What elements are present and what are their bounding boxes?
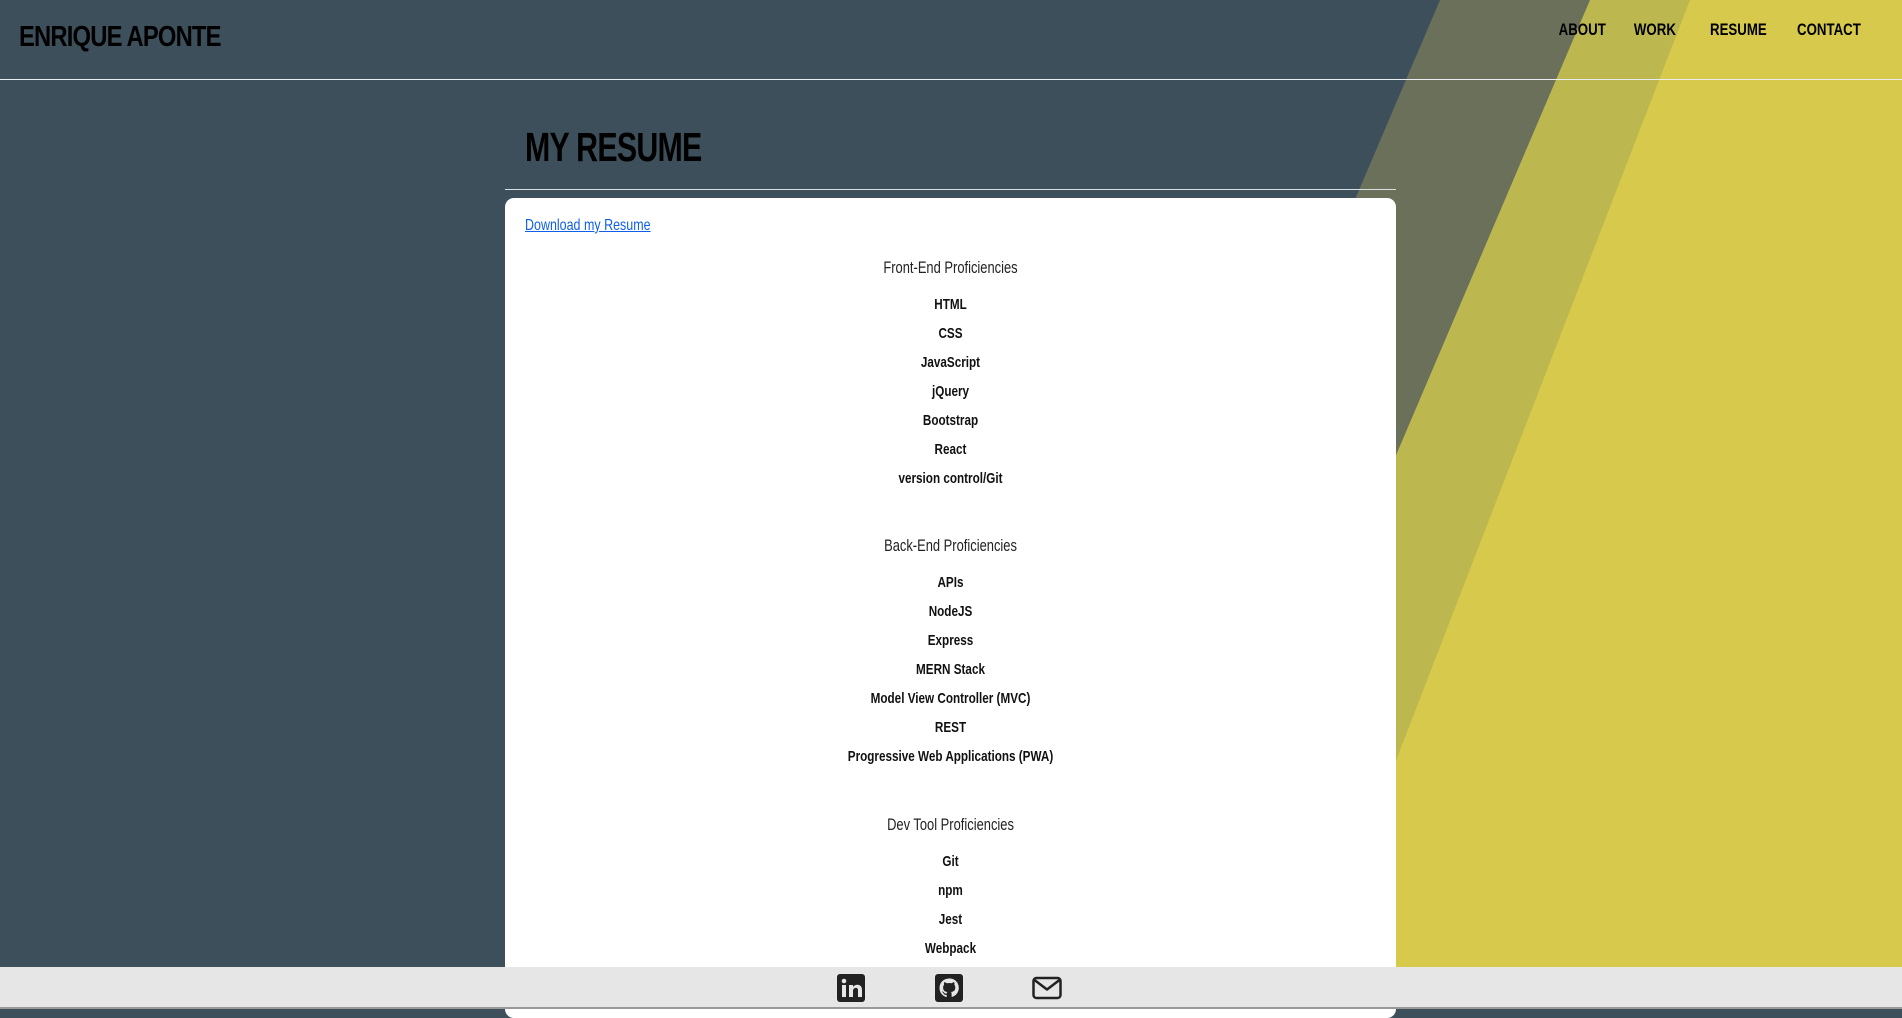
skill-item: Bootstrap [922, 412, 979, 429]
skill-item: APIs [937, 574, 964, 591]
nav-about[interactable]: ABOUT [1559, 20, 1606, 40]
skill-item: HTML [934, 296, 967, 313]
skill-item: JavaScript [920, 354, 981, 371]
skill-item: Git [942, 853, 959, 870]
nav-work[interactable]: WORK [1634, 20, 1676, 40]
skill-item: jQuery [931, 383, 970, 400]
skill-item: CSS [938, 325, 963, 342]
skill-item: npm [938, 882, 963, 899]
front-end-section: Front-End Proficiencies HTML CSS JavaScr… [505, 255, 1396, 493]
site-footer [0, 967, 1902, 1009]
skill-item: NodeJS [928, 603, 973, 620]
section-title: Dev Tool Proficiencies [887, 815, 1014, 834]
nav-resume[interactable]: RESUME [1710, 20, 1767, 40]
github-icon[interactable] [933, 972, 965, 1004]
linkedin-icon[interactable] [835, 972, 867, 1004]
skill-item: MERN Stack [916, 661, 985, 678]
site-brand[interactable]: ENRIQUE APONTE [19, 21, 222, 54]
title-divider [505, 189, 1396, 190]
skill-item: Progressive Web Applications (PWA) [847, 748, 1054, 765]
skill-item: version control/Git [898, 470, 1003, 487]
dev-tool-section: Dev Tool Proficiencies Git npm Jest Webp… [505, 812, 1396, 963]
skill-item: React [934, 441, 967, 458]
resume-card: Download my Resume Front-End Proficienci… [505, 198, 1396, 1018]
skill-item: Express [927, 632, 974, 649]
section-title: Front-End Proficiencies [883, 258, 1018, 277]
email-icon[interactable] [1031, 972, 1063, 1004]
nav-contact[interactable]: CONTACT [1797, 20, 1861, 40]
section-title: Back-End Proficiencies [884, 536, 1017, 555]
site-header: ENRIQUE APONTE ABOUT WORK RESUME CONTACT [0, 0, 1902, 80]
skill-item: Webpack [924, 940, 977, 957]
back-end-section: Back-End Proficiencies APIs NodeJS Expre… [505, 533, 1396, 771]
skill-item: REST [934, 719, 967, 736]
download-resume-link[interactable]: Download my Resume [525, 217, 651, 235]
page-title: MY RESUME [525, 124, 702, 170]
skill-item: Jest [938, 911, 963, 928]
skill-item: Model View Controller (MVC) [870, 690, 1031, 707]
